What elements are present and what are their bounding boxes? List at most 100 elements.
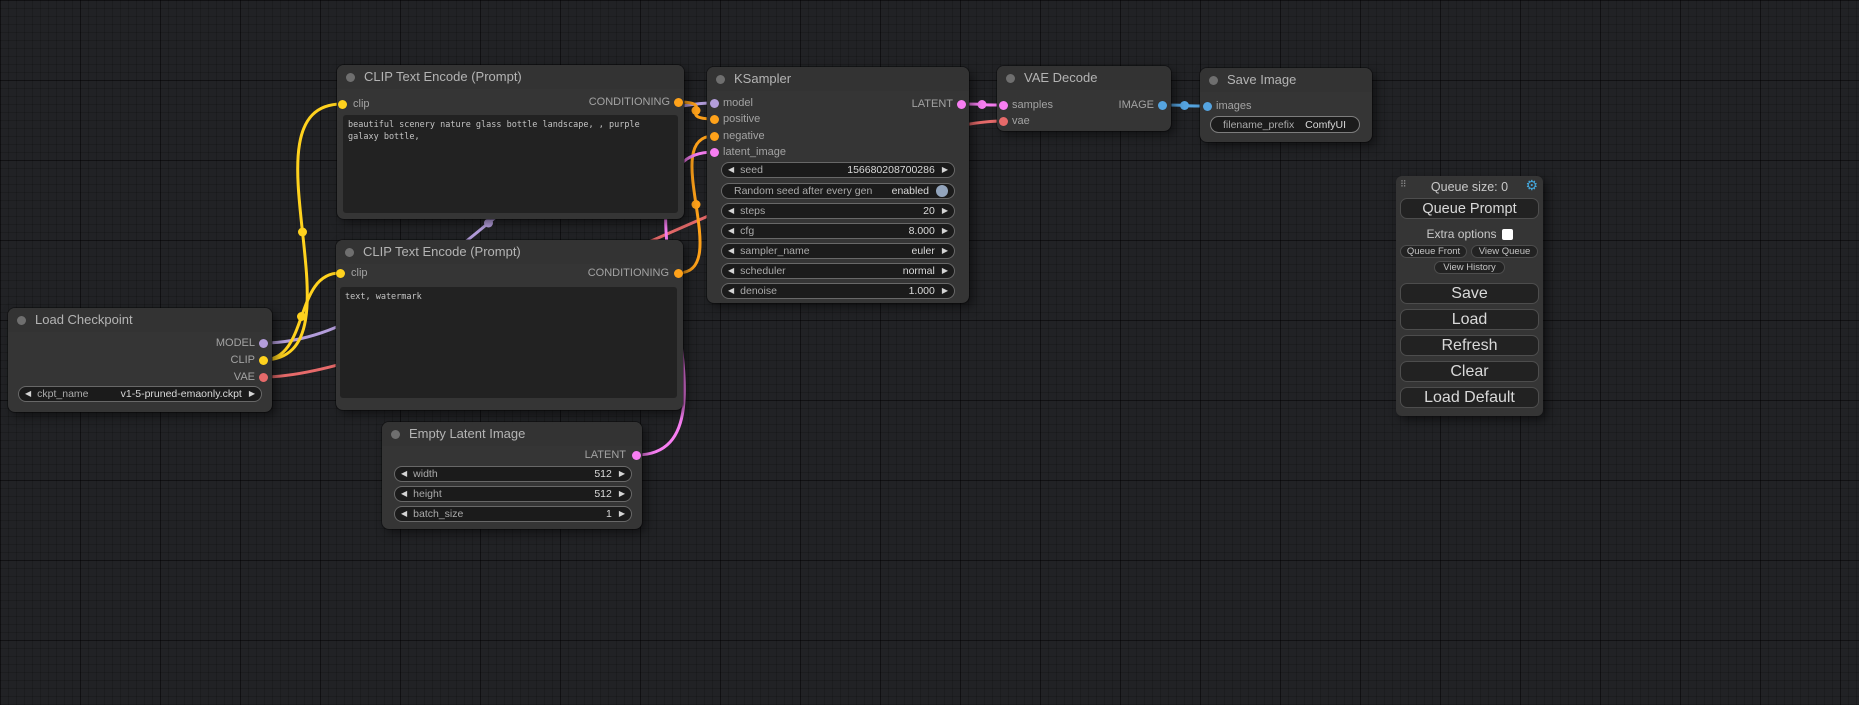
input-label-negative: negative: [723, 129, 765, 143]
model-output-port[interactable]: [259, 339, 268, 348]
refresh-button[interactable]: Refresh: [1400, 335, 1539, 356]
view-history-button[interactable]: View History: [1434, 261, 1505, 274]
node-title-bar[interactable]: VAE Decode: [997, 66, 1171, 90]
clear-button[interactable]: Clear: [1400, 361, 1539, 382]
prev-arrow-icon[interactable]: ◀: [728, 162, 734, 178]
prev-arrow-icon[interactable]: ◀: [401, 486, 407, 502]
collapse-dot-icon[interactable]: [716, 75, 725, 84]
gear-icon[interactable]: ⚙: [1525, 177, 1538, 194]
width-widget[interactable]: ◀ width 512 ▶: [394, 466, 632, 482]
collapse-dot-icon[interactable]: [345, 248, 354, 257]
positive-input-port[interactable]: [710, 115, 719, 124]
ckpt-name-widget[interactable]: ◀ ckpt_name v1-5-pruned-emaonly.ckpt ▶: [18, 386, 262, 402]
latent-output-port[interactable]: [957, 100, 966, 109]
prompt-textarea[interactable]: beautiful scenery nature glass bottle la…: [343, 115, 678, 213]
input-label-clip: clip: [351, 266, 368, 280]
denoise-widget[interactable]: ◀ denoise 1.000 ▶: [721, 283, 955, 299]
next-arrow-icon[interactable]: ▶: [942, 283, 948, 299]
queue-prompt-button[interactable]: Queue Prompt: [1400, 198, 1539, 219]
prev-arrow-icon[interactable]: ◀: [401, 506, 407, 522]
images-input-port[interactable]: [1203, 102, 1212, 111]
prev-arrow-icon[interactable]: ◀: [728, 223, 734, 239]
output-label-clip: CLIP: [231, 353, 255, 367]
negative-input-port[interactable]: [710, 132, 719, 141]
prev-arrow-icon[interactable]: ◀: [728, 243, 734, 259]
input-label-vae: vae: [1012, 114, 1030, 128]
vae-input-port[interactable]: [999, 117, 1008, 126]
load-default-button[interactable]: Load Default: [1400, 387, 1539, 408]
sampler-name-widget[interactable]: ◀ sampler_name euler ▶: [721, 243, 955, 259]
steps-widget[interactable]: ◀ steps 20 ▶: [721, 203, 955, 219]
conditioning-output-port[interactable]: [674, 269, 683, 278]
widget-label: batch_size: [413, 508, 463, 520]
node-vae-decode[interactable]: VAE Decode samples vae IMAGE: [997, 66, 1171, 131]
node-clip-text-encode-positive[interactable]: CLIP Text Encode (Prompt) clip CONDITION…: [337, 65, 684, 219]
next-arrow-icon[interactable]: ▶: [942, 203, 948, 219]
next-arrow-icon[interactable]: ▶: [942, 162, 948, 178]
latent-output-port[interactable]: [632, 451, 641, 460]
prev-arrow-icon[interactable]: ◀: [728, 283, 734, 299]
image-output-port[interactable]: [1158, 101, 1167, 110]
random-seed-toggle-widget[interactable]: Random seed after every gen enabled: [721, 183, 955, 199]
scheduler-widget[interactable]: ◀ scheduler normal ▶: [721, 263, 955, 279]
load-button[interactable]: Load: [1400, 309, 1539, 330]
next-arrow-icon[interactable]: ▶: [249, 386, 255, 402]
node-save-image[interactable]: Save Image images filename_prefix ComfyU…: [1200, 68, 1372, 142]
node-clip-text-encode-negative[interactable]: CLIP Text Encode (Prompt) clip CONDITION…: [336, 240, 683, 410]
clip-output-port[interactable]: [259, 356, 268, 365]
batch-size-widget[interactable]: ◀ batch_size 1 ▶: [394, 506, 632, 522]
widget-value: 1: [606, 508, 612, 520]
node-title-bar[interactable]: Save Image: [1200, 68, 1372, 92]
extra-options-checkbox[interactable]: [1502, 229, 1513, 240]
node-title-bar[interactable]: CLIP Text Encode (Prompt): [336, 240, 683, 264]
node-title-bar[interactable]: CLIP Text Encode (Prompt): [337, 65, 684, 89]
node-empty-latent-image[interactable]: Empty Latent Image LATENT ◀ width 512 ▶ …: [382, 422, 642, 529]
widget-label: sampler_name: [740, 245, 809, 257]
node-ksampler[interactable]: KSampler model positive negative latent_…: [707, 67, 969, 303]
height-widget[interactable]: ◀ height 512 ▶: [394, 486, 632, 502]
collapse-dot-icon[interactable]: [17, 316, 26, 325]
extra-options-label: Extra options: [1426, 227, 1496, 241]
widget-label: filename_prefix: [1223, 119, 1294, 131]
seed-widget[interactable]: ◀ seed 156680208700286 ▶: [721, 162, 955, 178]
collapse-dot-icon[interactable]: [1209, 76, 1218, 85]
clip-input-port[interactable]: [338, 100, 347, 109]
widget-label: Random seed after every gen: [734, 185, 872, 197]
next-arrow-icon[interactable]: ▶: [619, 486, 625, 502]
clip-input-port[interactable]: [336, 269, 345, 278]
output-label-conditioning: CONDITIONING: [589, 95, 670, 109]
conditioning-output-port[interactable]: [674, 98, 683, 107]
prev-arrow-icon[interactable]: ◀: [728, 263, 734, 279]
latent-image-input-port[interactable]: [710, 148, 719, 157]
next-arrow-icon[interactable]: ▶: [942, 263, 948, 279]
collapse-dot-icon[interactable]: [1006, 74, 1015, 83]
samples-input-port[interactable]: [999, 101, 1008, 110]
filename-prefix-widget[interactable]: filename_prefix ComfyUI: [1210, 116, 1360, 133]
view-queue-button[interactable]: View Queue: [1471, 245, 1538, 258]
toggle-circle-icon[interactable]: [936, 185, 948, 197]
output-label-vae: VAE: [234, 370, 255, 384]
input-label-images: images: [1216, 99, 1251, 113]
queue-front-button[interactable]: Queue Front: [1400, 245, 1467, 258]
queue-size-label: Queue size: 0: [1396, 180, 1543, 194]
save-button[interactable]: Save: [1400, 283, 1539, 304]
collapse-dot-icon[interactable]: [391, 430, 400, 439]
prompt-textarea[interactable]: text, watermark: [340, 287, 677, 398]
vae-output-port[interactable]: [259, 373, 268, 382]
node-title-bar[interactable]: Load Checkpoint: [8, 308, 272, 332]
next-arrow-icon[interactable]: ▶: [619, 506, 625, 522]
node-title-bar[interactable]: KSampler: [707, 67, 969, 91]
widget-label: seed: [740, 164, 763, 176]
next-arrow-icon[interactable]: ▶: [942, 243, 948, 259]
model-input-port[interactable]: [710, 99, 719, 108]
next-arrow-icon[interactable]: ▶: [619, 466, 625, 482]
cfg-widget[interactable]: ◀ cfg 8.000 ▶: [721, 223, 955, 239]
node-title-bar[interactable]: Empty Latent Image: [382, 422, 642, 446]
prev-arrow-icon[interactable]: ◀: [401, 466, 407, 482]
prev-arrow-icon[interactable]: ◀: [25, 386, 31, 402]
widget-value: 512: [594, 488, 612, 500]
next-arrow-icon[interactable]: ▶: [942, 223, 948, 239]
collapse-dot-icon[interactable]: [346, 73, 355, 82]
node-load-checkpoint[interactable]: Load Checkpoint MODEL CLIP VAE ◀ ckpt_na…: [8, 308, 272, 412]
prev-arrow-icon[interactable]: ◀: [728, 203, 734, 219]
